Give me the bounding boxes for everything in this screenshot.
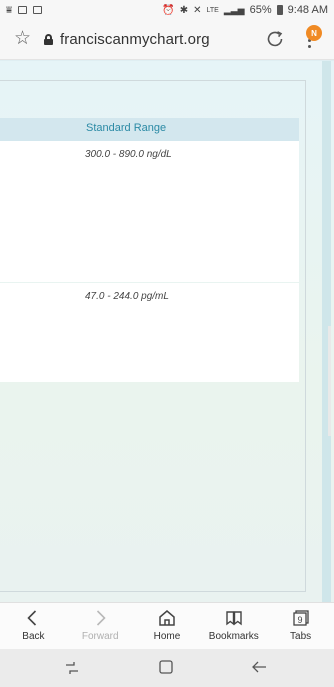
bluetooth-icon: ✱ bbox=[179, 4, 189, 16]
battery-percent: 65% bbox=[249, 4, 272, 16]
signal-icon: ▂▃▅ bbox=[223, 4, 245, 15]
lock-icon bbox=[44, 34, 53, 45]
android-nav-bar bbox=[0, 649, 334, 687]
voicemail-icon: ⩸ bbox=[6, 4, 13, 16]
browser-toolbar: Back Forward Home Bookmarks 9 Tabs bbox=[0, 602, 334, 649]
recents-icon[interactable] bbox=[64, 660, 80, 676]
clock: 9:48 AM bbox=[287, 4, 328, 16]
battery-icon bbox=[276, 5, 283, 15]
tabs-icon: 9 bbox=[292, 610, 309, 626]
tab-count: 9 bbox=[297, 615, 302, 625]
web-content: Standard Range 300.0 - 890.0 ng/dL 47.0 … bbox=[0, 61, 334, 602]
standard-range-value: 300.0 - 890.0 ng/dL bbox=[85, 149, 172, 160]
tabs-button[interactable]: 9 Tabs bbox=[267, 603, 334, 649]
bookmarks-button[interactable]: Bookmarks bbox=[200, 603, 267, 649]
back-label: Back bbox=[22, 631, 45, 642]
notification-badge[interactable]: N bbox=[306, 25, 322, 41]
forward-label: Forward bbox=[81, 631, 119, 642]
home-icon bbox=[159, 610, 175, 626]
star-outline-icon[interactable]: ☆ bbox=[14, 28, 31, 50]
status-bar: ⩸ ⏰ ✱ ✕ LTE ▂▃▅ 65% 9:48 AM bbox=[0, 0, 334, 20]
standard-range-value: 47.0 - 244.0 pg/mL bbox=[85, 291, 169, 302]
table-row: 300.0 - 890.0 ng/dL bbox=[0, 141, 299, 282]
home-label: Home bbox=[153, 631, 181, 642]
network-type: LTE bbox=[206, 6, 219, 14]
checkbox-notification-icon bbox=[33, 6, 43, 14]
bookmarks-label: Bookmarks bbox=[208, 631, 259, 642]
column-header-standard-range: Standard Range bbox=[86, 122, 167, 134]
table-header: Standard Range bbox=[0, 118, 299, 141]
scrollbar-thumb[interactable] bbox=[328, 326, 331, 436]
home-nav-icon[interactable] bbox=[158, 659, 174, 675]
url-text[interactable]: franciscanmychart.org bbox=[60, 31, 210, 48]
forward-button[interactable]: Forward bbox=[67, 603, 134, 649]
chevron-right-icon bbox=[97, 610, 106, 626]
tabs-label: Tabs bbox=[290, 631, 312, 642]
back-nav-icon[interactable] bbox=[250, 659, 268, 675]
back-button[interactable]: Back bbox=[0, 603, 67, 649]
mute-icon: ✕ bbox=[193, 4, 202, 16]
browser-url-bar: ☆ franciscanmychart.org N bbox=[0, 20, 334, 60]
alarm-icon: ⏰ bbox=[162, 4, 175, 16]
table-row: 47.0 - 244.0 pg/mL bbox=[0, 283, 299, 382]
gallery-icon bbox=[18, 6, 28, 14]
chevron-left-icon bbox=[27, 610, 37, 626]
reload-icon[interactable] bbox=[264, 28, 286, 50]
home-button[interactable]: Home bbox=[134, 603, 201, 649]
bookmarks-icon bbox=[226, 611, 242, 626]
page-scrollbar[interactable] bbox=[322, 61, 331, 602]
